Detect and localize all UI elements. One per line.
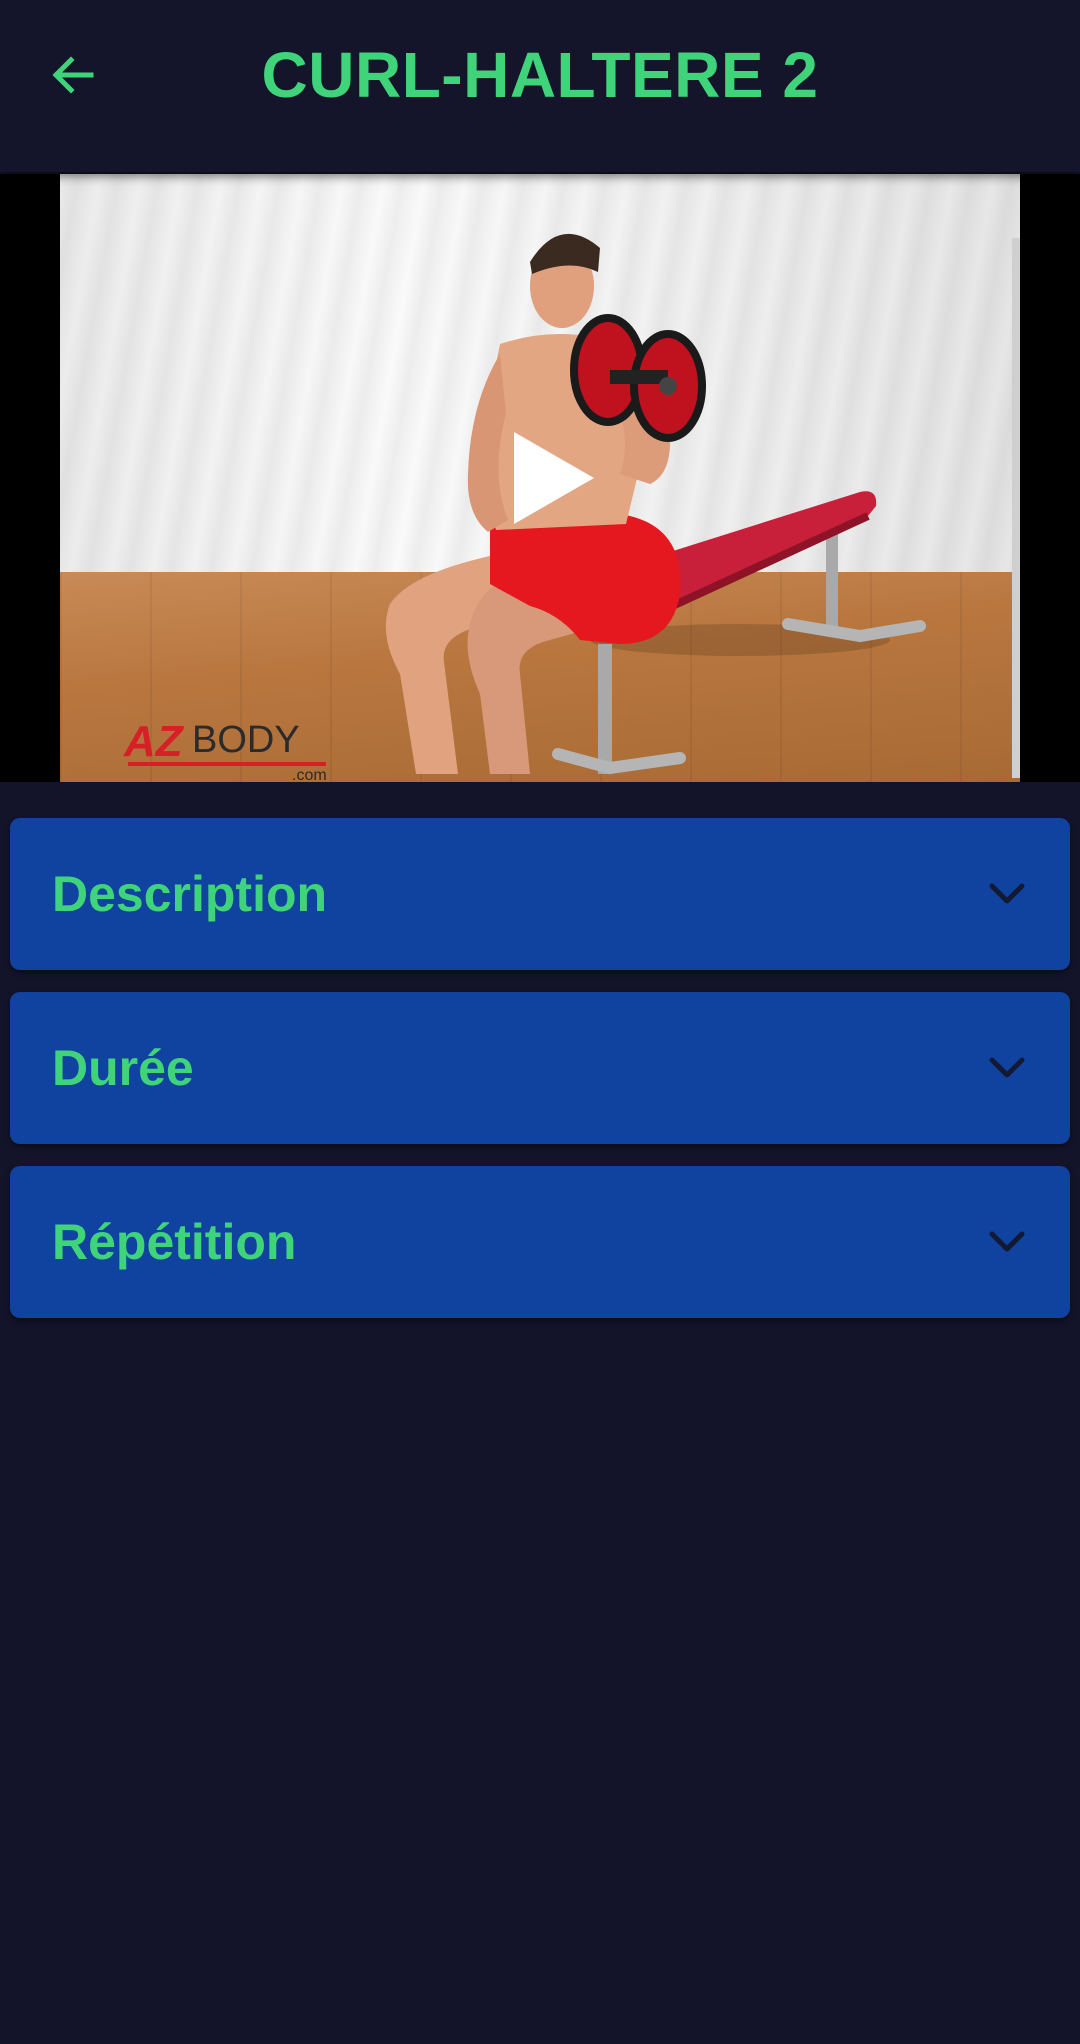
accordion-repetition[interactable]: Répétition bbox=[10, 1166, 1070, 1318]
video-player[interactable]: AZ BODY .com bbox=[0, 174, 1080, 782]
app-screen: CURL-HALTERE 2 AZ BODY .com Description … bbox=[0, 0, 1080, 2044]
chevron-down-icon bbox=[989, 1231, 1025, 1252]
svg-text:BODY: BODY bbox=[192, 719, 300, 761]
accordion-description[interactable]: Description bbox=[10, 818, 1070, 970]
accordion-label: Répétition bbox=[52, 1214, 297, 1270]
app-bar: CURL-HALTERE 2 bbox=[0, 0, 1080, 172]
page-title: CURL-HALTERE 2 bbox=[261, 39, 819, 111]
azbody-logo: AZ BODY .com bbox=[123, 717, 327, 782]
chevron-down-icon bbox=[989, 883, 1025, 904]
play-icon[interactable] bbox=[508, 428, 598, 528]
svg-text:AZ: AZ bbox=[123, 717, 185, 766]
chevron-down-icon bbox=[989, 1057, 1025, 1078]
accordion-duree[interactable]: Durée bbox=[10, 992, 1070, 1144]
svg-text:.com: .com bbox=[292, 767, 327, 782]
accordion-label: Durée bbox=[52, 1040, 194, 1096]
accordion-label: Description bbox=[52, 866, 328, 922]
